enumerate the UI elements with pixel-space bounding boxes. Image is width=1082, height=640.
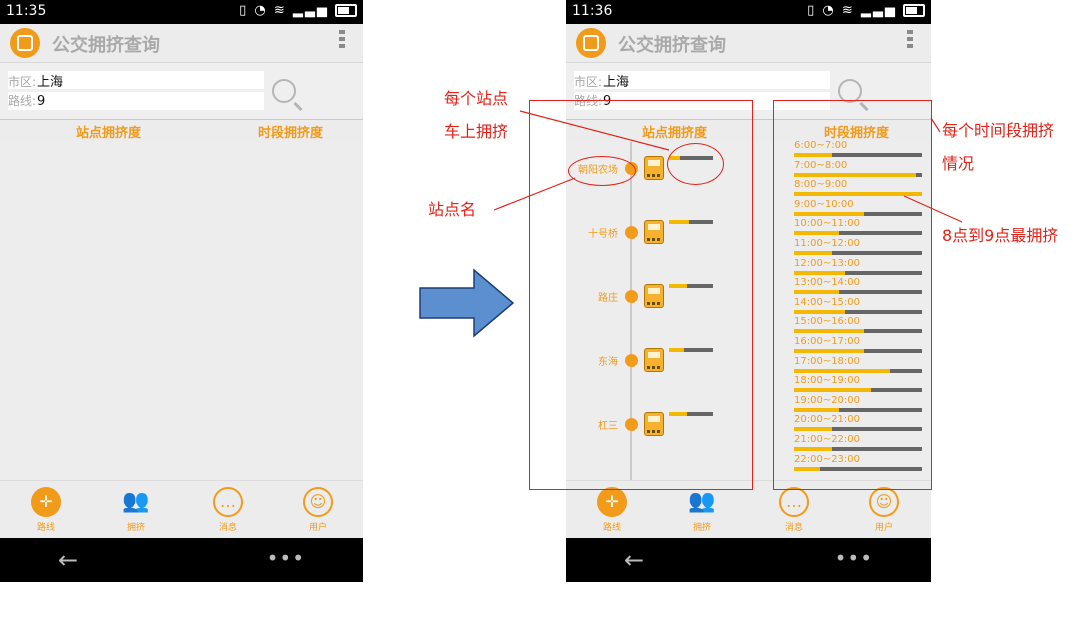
annotation-lines (493, 110, 963, 223)
annotation-time-crowding-1: 每个时间段拥挤 (942, 121, 1055, 140)
annotation-station-name: 站点名 (428, 200, 477, 219)
annotation-station-crowding-1: 每个站点 (444, 89, 509, 108)
annotation-station-crowding-2: 车上拥挤 (444, 122, 509, 141)
annotation-peak-note: 8点到9点最拥挤 (942, 226, 1059, 245)
annotation-time-crowding-2: 情况 (942, 154, 975, 173)
